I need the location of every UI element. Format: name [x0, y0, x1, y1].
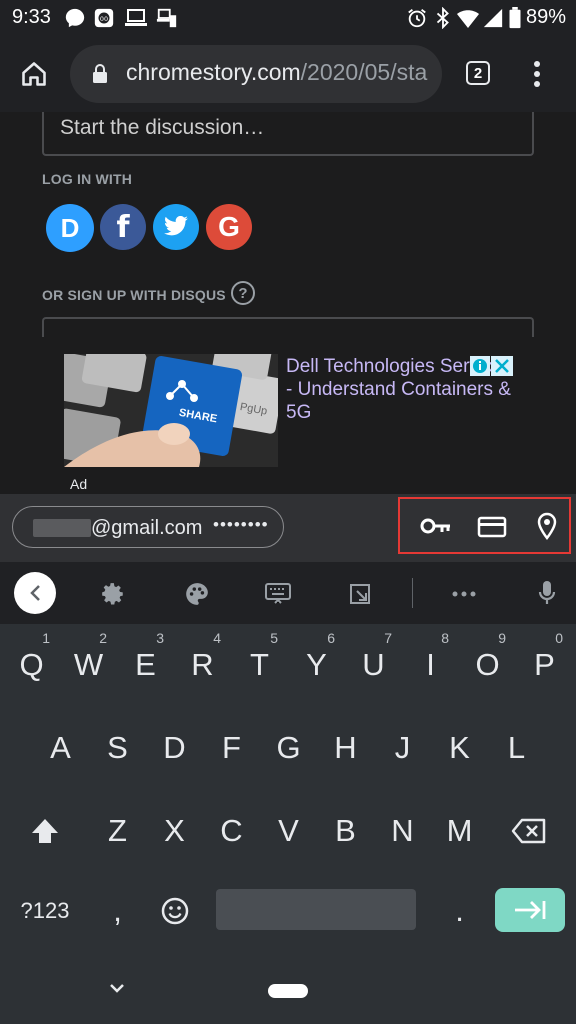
- redacted-username: [33, 519, 91, 537]
- hide-keyboard-icon[interactable]: [108, 982, 126, 994]
- battery-icon: [509, 7, 521, 29]
- cell-signal-icon: [483, 8, 503, 28]
- key-v[interactable]: V: [260, 802, 317, 860]
- key-l[interactable]: L: [488, 719, 545, 777]
- key-i[interactable]: I8: [402, 630, 459, 694]
- ad-image[interactable]: SHARE PgUp: [64, 354, 278, 467]
- ad-label: Ad: [70, 476, 88, 492]
- key-a[interactable]: A: [32, 719, 89, 777]
- signup-label: OR SIGN UP WITH DISQUS: [42, 287, 226, 303]
- battery-percentage: 89%: [526, 6, 567, 28]
- next-field-key[interactable]: [495, 888, 565, 932]
- tab-arrow-icon: [515, 901, 546, 919]
- key-p[interactable]: P0: [516, 630, 573, 694]
- resize-mode-icon[interactable]: [348, 582, 372, 606]
- chevron-left-icon: [30, 585, 40, 601]
- url-text[interactable]: chromestory.com/2020/05/sta: [126, 59, 427, 86]
- svg-text:00: 00: [100, 15, 108, 23]
- space-bar[interactable]: [216, 889, 416, 930]
- lock-icon[interactable]: [92, 64, 108, 84]
- more-horizontal-icon[interactable]: [452, 591, 476, 597]
- twitter-bird-icon: [164, 216, 188, 236]
- key-n[interactable]: N: [374, 802, 431, 860]
- keyboard-toolbar: [0, 562, 576, 624]
- google-login-button[interactable]: G: [206, 204, 252, 250]
- email-signup-input[interactable]: [42, 317, 534, 337]
- close-icon: [495, 359, 509, 373]
- backspace-icon: [511, 818, 545, 844]
- twitter-login-button[interactable]: [153, 204, 199, 250]
- key-s[interactable]: S: [89, 719, 146, 777]
- sync-devices-icon: [156, 8, 177, 28]
- period-key[interactable]: .: [431, 882, 488, 940]
- wifi-icon: [457, 10, 479, 28]
- tab-switcher-button[interactable]: 2: [466, 61, 490, 85]
- bluetooth-icon: [436, 7, 449, 29]
- saved-credential-chip[interactable]: @gmail.com ••••••••: [12, 506, 284, 548]
- facebook-login-button[interactable]: f: [100, 204, 146, 250]
- credential-password-mask: ••••••••: [213, 515, 269, 534]
- keyboard-back-button[interactable]: [14, 572, 56, 614]
- more-options-icon[interactable]: [532, 60, 542, 88]
- home-gesture-handle[interactable]: [268, 984, 308, 998]
- annotation-highlight-box: [398, 497, 571, 554]
- emoji-key[interactable]: [146, 882, 203, 940]
- login-label: LOG IN WITH: [42, 171, 133, 187]
- key-x[interactable]: X: [146, 802, 203, 860]
- key-o[interactable]: O9: [459, 630, 516, 694]
- soft-keyboard: Q1 W2 E3 R4 T5 Y6 U7 I8 O9 P0 A S D F G …: [0, 624, 576, 1024]
- ad-info-button[interactable]: [470, 356, 490, 376]
- key-f[interactable]: F: [203, 719, 260, 777]
- web-page-content: Start the discussion… LOG IN WITH D f G …: [0, 112, 576, 494]
- key-r[interactable]: R4: [174, 630, 231, 694]
- autofill-bar: @gmail.com ••••••••: [0, 494, 576, 562]
- status-bar: 9:33 00 89%: [0, 0, 576, 36]
- keyboard-photo: SHARE PgUp: [64, 354, 278, 467]
- ad-close-button[interactable]: [491, 356, 513, 376]
- key-t[interactable]: T5: [231, 630, 288, 694]
- status-time: 9:33: [12, 6, 51, 28]
- browser-toolbar: chromestory.com/2020/05/sta 2: [0, 36, 576, 112]
- key-q[interactable]: Q1: [3, 630, 60, 694]
- key-k[interactable]: K: [431, 719, 488, 777]
- palette-icon[interactable]: [184, 581, 210, 607]
- shift-arrow-icon: [31, 819, 58, 843]
- home-icon[interactable]: [20, 60, 48, 88]
- omnibox[interactable]: chromestory.com/2020/05/sta: [70, 45, 442, 103]
- key-h[interactable]: H: [317, 719, 374, 777]
- emoji-icon: [161, 897, 188, 925]
- key-b[interactable]: B: [317, 802, 374, 860]
- key-u[interactable]: U7: [345, 630, 402, 694]
- key-e[interactable]: E3: [117, 630, 174, 694]
- info-icon: [473, 359, 487, 373]
- key-c[interactable]: C: [203, 802, 260, 860]
- messenger-icon: [65, 8, 85, 28]
- shift-key[interactable]: [16, 802, 73, 860]
- symbols-key[interactable]: ?123: [12, 882, 78, 940]
- app-notification-icon: 00: [94, 8, 114, 28]
- alarm-icon: [408, 9, 426, 28]
- key-m[interactable]: M: [431, 802, 488, 860]
- toolbar-divider: [412, 578, 413, 608]
- disqus-login-button[interactable]: D: [46, 204, 94, 252]
- gear-icon[interactable]: [100, 581, 126, 607]
- key-y[interactable]: Y6: [288, 630, 345, 694]
- key-j[interactable]: J: [374, 719, 431, 777]
- key-w[interactable]: W2: [60, 630, 117, 694]
- key-g[interactable]: G: [260, 719, 317, 777]
- discussion-placeholder: Start the discussion…: [60, 116, 265, 139]
- microphone-icon[interactable]: [537, 579, 557, 607]
- credential-email: @gmail.com: [91, 517, 203, 539]
- key-z[interactable]: Z: [89, 802, 146, 860]
- backspace-key[interactable]: [500, 802, 557, 860]
- laptop-icon: [125, 9, 147, 26]
- discussion-input[interactable]: Start the discussion…: [42, 112, 534, 156]
- help-icon[interactable]: ?: [231, 281, 255, 305]
- key-d[interactable]: D: [146, 719, 203, 777]
- keyboard-layout-icon[interactable]: [264, 581, 292, 607]
- comma-key[interactable]: ,: [89, 882, 146, 940]
